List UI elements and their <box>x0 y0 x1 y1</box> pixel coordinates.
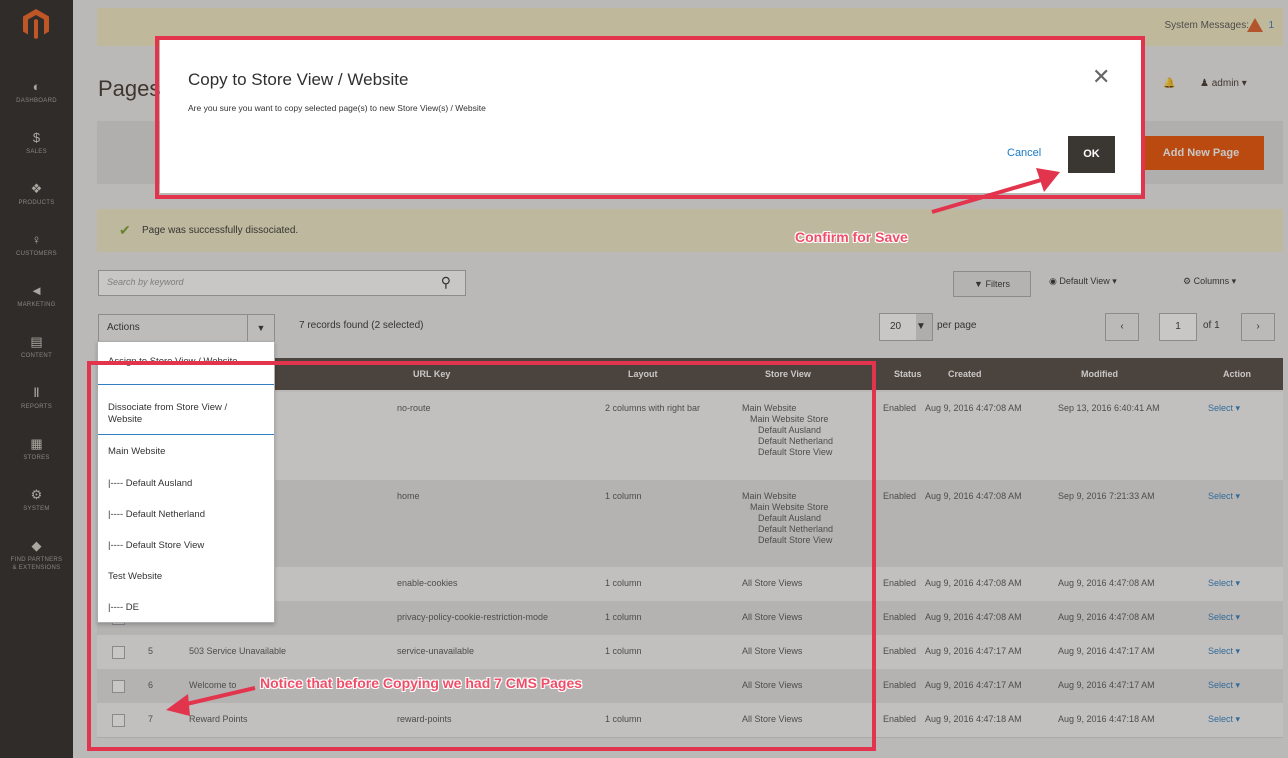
annotation-confirm-text: Confirm for Save <box>795 229 908 245</box>
arrow-head-row <box>166 694 190 716</box>
arrow-to-ok <box>931 176 1049 214</box>
arrow-to-row <box>177 686 256 708</box>
annotation-notice-text: Notice that before Copying we had 7 CMS … <box>260 675 583 691</box>
annotation-arrows <box>166 168 1060 716</box>
